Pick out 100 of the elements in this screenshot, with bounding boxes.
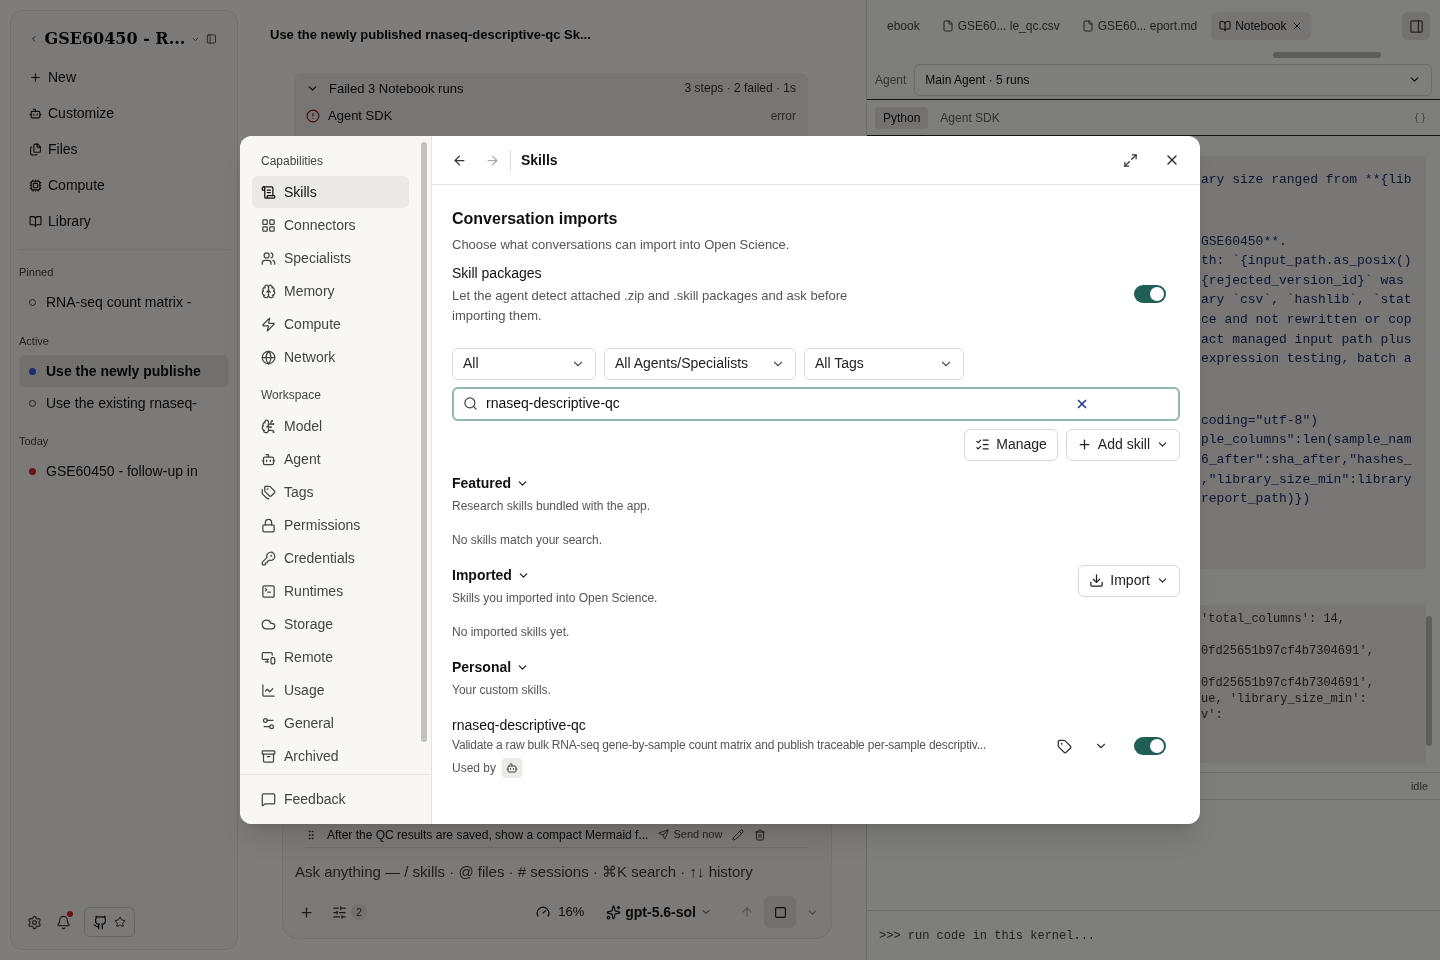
setting-description: Let the agent detect attached .zip and .skill packages and ask before importing them. bbox=[452, 286, 849, 325]
nav-item[interactable]: Library bbox=[19, 203, 229, 239]
vertical-scrollbar[interactable] bbox=[421, 142, 427, 742]
conversation-item[interactable]: GSE60450 - follow-up in bbox=[19, 455, 229, 488]
settings-nav-item[interactable]: Permissions bbox=[252, 509, 409, 541]
drag-handle-icon[interactable] bbox=[305, 828, 317, 841]
users-icon bbox=[261, 250, 276, 266]
kernel-tab[interactable]: Python bbox=[875, 106, 929, 129]
message-input[interactable]: Ask anything — / skills · @ files · # sessions · ⌘K search · ↑↓ history bbox=[295, 858, 819, 884]
feedback-link[interactable]: Feedback bbox=[240, 774, 431, 824]
horizontal-scrollbar[interactable] bbox=[1273, 52, 1381, 58]
search-input[interactable]: rnaseq-descriptive-qc bbox=[486, 393, 1067, 414]
run-status: error bbox=[770, 107, 796, 125]
filter-dropdown[interactable]: All bbox=[452, 347, 596, 380]
file-tab[interactable]: ebook bbox=[879, 12, 928, 40]
nav-item[interactable]: New bbox=[19, 59, 229, 95]
archive-icon bbox=[261, 748, 276, 764]
robot-icon bbox=[29, 106, 42, 120]
settings-nav-item[interactable]: Tags bbox=[252, 476, 409, 508]
settings-nav-item[interactable]: Agent bbox=[252, 443, 409, 475]
settings-nav-item[interactable]: Remote bbox=[252, 641, 409, 673]
tools-icon[interactable] bbox=[332, 904, 347, 920]
back-icon[interactable] bbox=[452, 152, 467, 168]
agent-chip[interactable] bbox=[502, 757, 523, 778]
settings-nav-item[interactable]: Runtimes bbox=[252, 575, 409, 607]
settings-nav-item[interactable]: Network bbox=[252, 341, 409, 373]
expand-icon[interactable] bbox=[1123, 152, 1138, 168]
agent-select[interactable]: Main Agent · 5 runs bbox=[914, 63, 1432, 96]
star-icon bbox=[114, 916, 126, 928]
filter-dropdown[interactable]: All Agents/Specialists bbox=[604, 347, 796, 380]
toggle-switch[interactable] bbox=[1134, 737, 1166, 755]
settings-nav-item[interactable]: Model bbox=[252, 410, 409, 442]
search-field[interactable]: rnaseq-descriptive-qc bbox=[452, 386, 1180, 421]
nav-item[interactable]: Customize bbox=[19, 95, 229, 131]
group-title[interactable]: Imported bbox=[452, 564, 1079, 586]
stop-button[interactable] bbox=[764, 896, 796, 928]
settings-icon[interactable] bbox=[27, 914, 42, 930]
toggle-switch[interactable] bbox=[1134, 285, 1166, 303]
settings-nav-item[interactable]: Specialists bbox=[252, 242, 409, 274]
forward-icon[interactable] bbox=[485, 152, 500, 168]
code-line: ple_columns":len(sample_nam bbox=[1201, 431, 1413, 450]
settings-nav-item[interactable]: Memory bbox=[252, 275, 409, 307]
output-line: 0fd25651b97cf4b7304691', bbox=[1201, 674, 1375, 691]
scroll-icon bbox=[261, 184, 276, 200]
send-now-button[interactable]: Send now bbox=[658, 826, 723, 843]
robot-icon bbox=[261, 451, 276, 467]
settings-nav-item[interactable]: Archived bbox=[252, 740, 409, 772]
group-description: Research skills bundled with the app. bbox=[452, 497, 652, 515]
variables-icon[interactable] bbox=[1414, 111, 1426, 124]
file-tab[interactable]: Notebook bbox=[1211, 12, 1311, 40]
conversation-item[interactable]: RNA-seq count matrix - bbox=[19, 286, 229, 319]
key-icon bbox=[261, 550, 276, 566]
file-tab[interactable]: GSE60... eport.md bbox=[1073, 12, 1206, 40]
chart-icon bbox=[261, 682, 276, 698]
setting-title: Skill packages bbox=[452, 263, 543, 283]
edit-icon[interactable] bbox=[732, 828, 745, 841]
section-heading: Workspace bbox=[260, 387, 322, 404]
import-button[interactable]: Import bbox=[1078, 564, 1180, 597]
settings-nav-item[interactable]: Skills bbox=[252, 176, 409, 208]
settings-nav-item[interactable]: Compute bbox=[252, 308, 409, 340]
nav-item[interactable]: Compute bbox=[19, 167, 229, 203]
conversation-item[interactable]: Use the newly publishe bbox=[19, 355, 229, 387]
terminal-icon bbox=[261, 583, 276, 599]
tag-icon[interactable] bbox=[1057, 738, 1072, 754]
github-button[interactable] bbox=[84, 907, 135, 937]
runs-summary: 3 steps · 2 failed · 1s bbox=[684, 80, 796, 98]
send-icon bbox=[658, 829, 670, 840]
tags-icon bbox=[261, 484, 276, 500]
settings-nav-item[interactable]: Storage bbox=[252, 608, 409, 640]
code-line: act managed input path plus bbox=[1201, 330, 1413, 349]
panel-icon bbox=[1408, 18, 1424, 34]
group-title[interactable]: Featured bbox=[452, 472, 1180, 494]
file-tab[interactable]: GSE60... le_qc.csv bbox=[933, 12, 1068, 40]
used-by-label: Used by bbox=[452, 759, 497, 777]
github-icon bbox=[93, 914, 108, 930]
console-input[interactable]: >>> run code in this kernel... bbox=[879, 926, 1428, 945]
checklist-icon bbox=[975, 437, 991, 452]
manage-button[interactable]: Manage bbox=[964, 428, 1058, 461]
delete-icon[interactable] bbox=[754, 828, 767, 841]
model-selector[interactable]: gpt-5.6-sol bbox=[606, 901, 712, 923]
group-title[interactable]: Personal bbox=[452, 656, 1180, 678]
runs-title[interactable]: Failed 3 Notebook runs bbox=[329, 78, 464, 98]
context-meter[interactable]: 16% bbox=[536, 902, 585, 922]
conversation-item[interactable]: Use the existing rnaseq- bbox=[19, 387, 229, 419]
notifications-button[interactable] bbox=[54, 913, 72, 931]
code-line: coding="utf-8") bbox=[1201, 411, 1320, 430]
code-line: 6_after":sha_after,"hashes_ bbox=[1201, 450, 1413, 469]
settings-nav-item[interactable]: Connectors bbox=[252, 209, 409, 241]
nav-item[interactable]: Files bbox=[19, 131, 229, 167]
vertical-scrollbar[interactable] bbox=[1426, 616, 1432, 746]
settings-nav-item[interactable]: General bbox=[252, 707, 409, 739]
settings-nav-item[interactable]: Credentials bbox=[252, 542, 409, 574]
sidebar-toggle-icon[interactable] bbox=[206, 31, 217, 47]
plus-icon[interactable] bbox=[299, 904, 314, 920]
files-icon bbox=[29, 142, 42, 156]
settings-nav-item[interactable]: Usage bbox=[252, 674, 409, 706]
filter-dropdown[interactable]: All Tags bbox=[804, 347, 964, 380]
panel-toggle-button[interactable] bbox=[1402, 12, 1430, 40]
project-title[interactable]: GSE60450 - R... bbox=[44, 27, 186, 51]
add-skill-button[interactable]: Add skill bbox=[1065, 428, 1180, 461]
